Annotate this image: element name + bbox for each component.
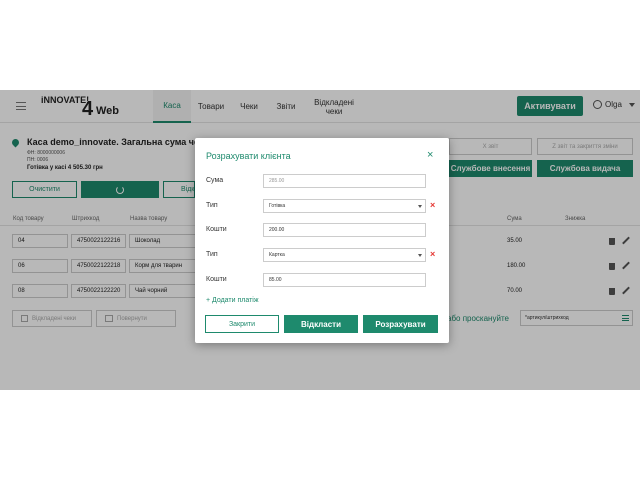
payment-modal: Розрахувати клієнта × Сума 285.00 Тип Го… xyxy=(195,138,449,343)
amount-field[interactable]: 200.00 xyxy=(263,223,426,237)
sum-field: 285.00 xyxy=(263,174,426,188)
sum-label: Сума xyxy=(206,177,224,184)
close-button[interactable]: Закрити xyxy=(205,315,279,333)
defer-modal-button[interactable]: Відкласти xyxy=(284,315,358,333)
remove-payment-icon[interactable]: × xyxy=(430,249,435,259)
add-payment-link[interactable]: + Додати платіж xyxy=(206,297,259,304)
calculate-button[interactable]: Розрахувати xyxy=(363,315,438,333)
payment-type-select[interactable]: Готівка xyxy=(263,199,426,213)
remove-payment-icon[interactable]: × xyxy=(430,200,435,210)
modal-title: Розрахувати клієнта xyxy=(206,151,291,161)
payment-type-label: Тип xyxy=(206,251,218,258)
amount-label: Кошти xyxy=(206,226,227,233)
chevron-down-icon xyxy=(418,205,422,208)
amount-label: Кошти xyxy=(206,276,227,283)
payment-type-value: Картка xyxy=(269,252,285,258)
payment-type-value: Готівка xyxy=(269,203,286,209)
payment-type-label: Тип xyxy=(206,202,218,209)
payment-type-select[interactable]: Картка xyxy=(263,248,426,262)
close-icon[interactable]: × xyxy=(427,149,433,161)
chevron-down-icon xyxy=(418,254,422,257)
amount-field[interactable]: 85.00 xyxy=(263,273,426,287)
